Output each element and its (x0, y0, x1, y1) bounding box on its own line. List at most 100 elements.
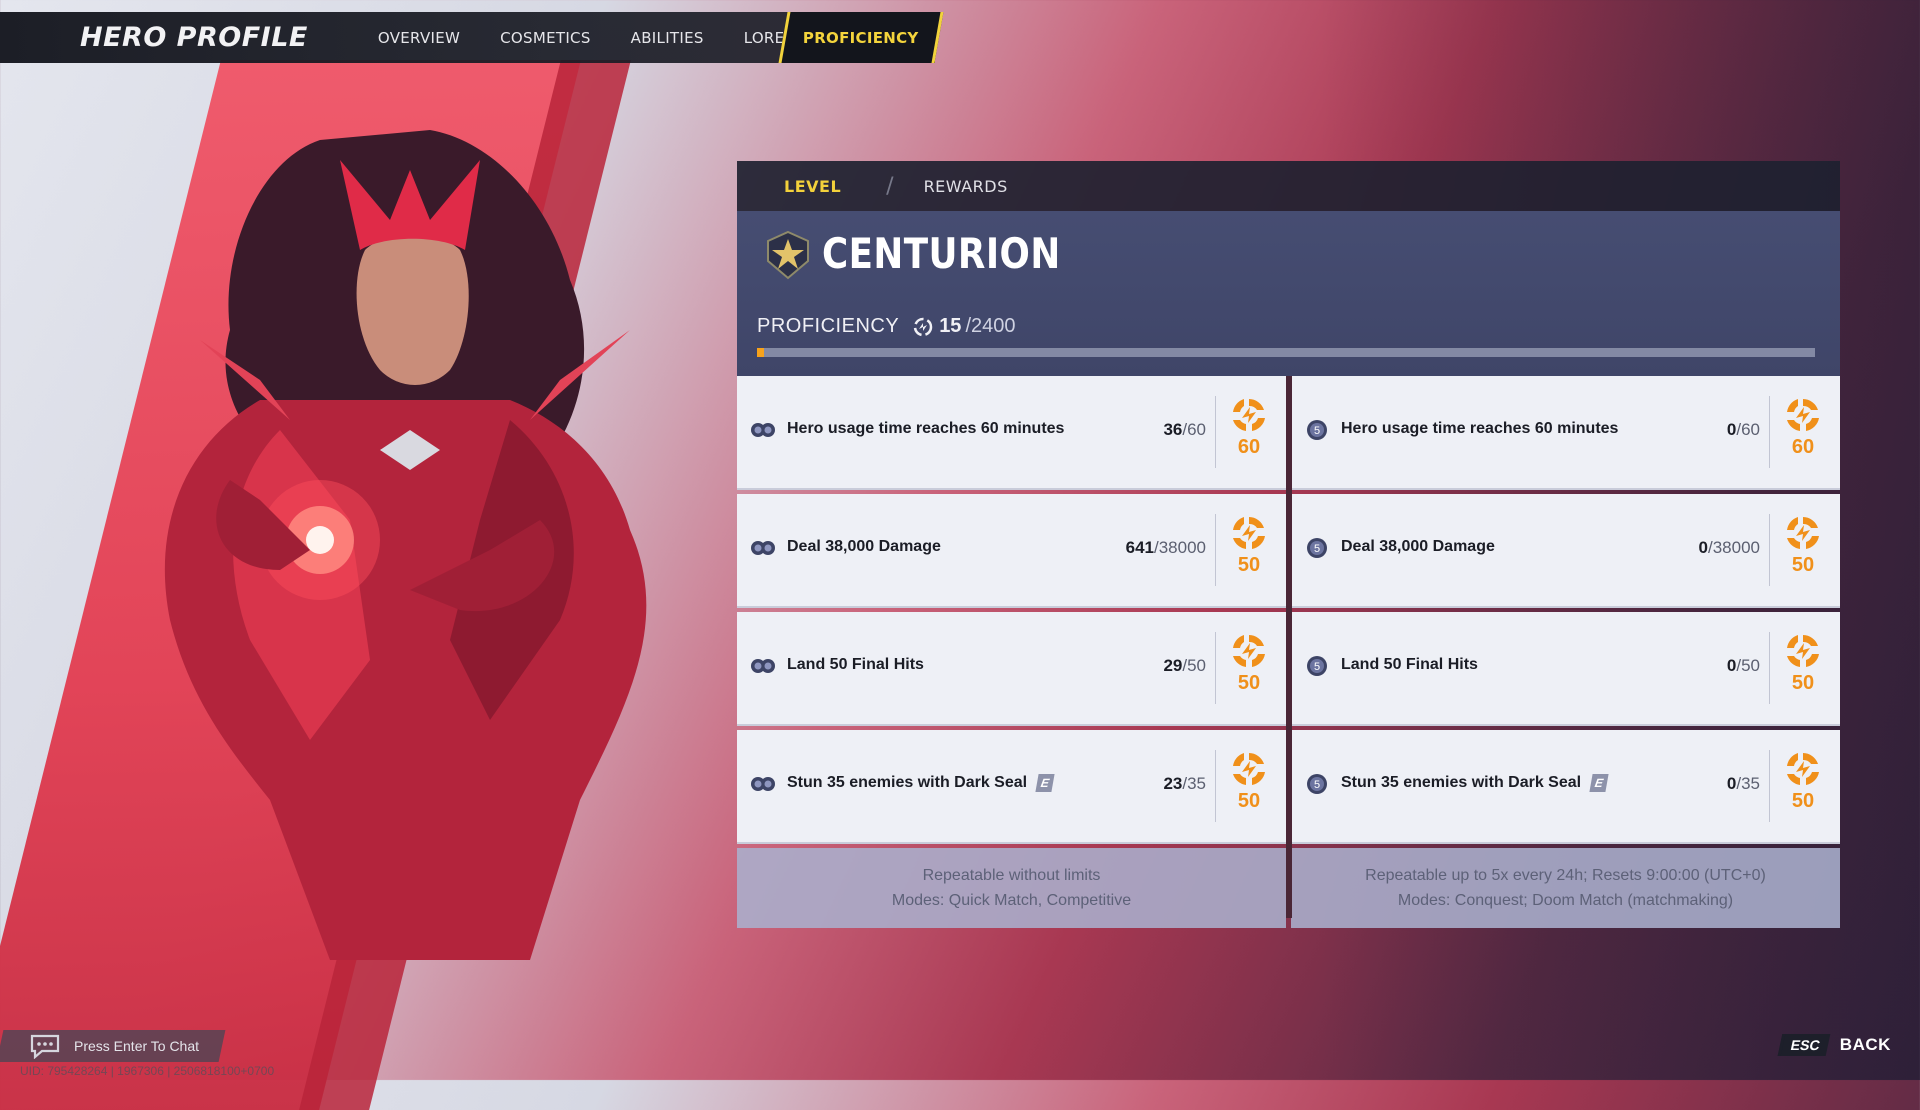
task-label: Hero usage time reaches 60 minutes (787, 420, 1065, 437)
task-progress-current: 29 (1163, 656, 1183, 675)
chat-prompt: Press Enter To Chat (74, 1038, 200, 1054)
repeat-5-icon: 5 (1307, 774, 1327, 794)
task-divider (1769, 514, 1770, 586)
task-progress: 0/38000 (1699, 538, 1760, 558)
subtab-rewards[interactable]: REWARDS (924, 177, 1008, 196)
task-progress-max: /38000 (1708, 538, 1760, 557)
task-row: Hero usage time reaches 60 minutes 36/60 6… (737, 376, 1286, 490)
task-divider (1769, 396, 1770, 468)
task-progress: 641/38000 (1126, 538, 1206, 558)
task-reward-value: 50 (1791, 554, 1815, 576)
task-progress: 23/35 (1163, 774, 1206, 794)
proficiency-reward-icon (1787, 517, 1819, 549)
task-row: Deal 38,000 Damage 641/38000 50 (737, 494, 1286, 608)
task-divider (1215, 514, 1216, 586)
infinity-icon (751, 659, 775, 673)
task-row: 5 Land 50 Final Hits 0/50 50 (1291, 612, 1840, 726)
chat-bubble-icon (30, 1034, 60, 1059)
task-progress-current: 0 (1726, 420, 1737, 439)
task-label: Stun 35 enemies with Dark Seal (1341, 774, 1582, 791)
ability-key-badge: E (1589, 774, 1609, 792)
tab-abilities[interactable]: ABILITIES (631, 29, 704, 47)
task-divider (1769, 750, 1770, 822)
task-column-unlimited: Hero usage time reaches 60 minutes 36/60 6… (737, 376, 1286, 928)
task-reward-value: 50 (1791, 790, 1815, 812)
svg-text:5: 5 (1314, 425, 1320, 437)
task-label: Land 50 Final Hits (1341, 656, 1478, 673)
repeat-5-icon: 5 (1307, 656, 1327, 676)
back-label: BACK (1839, 1035, 1891, 1054)
task-row: 5 Stun 35 enemies with Dark Seal E 0/35 50 (1291, 730, 1840, 844)
task-description: Deal 38,000 Damage (1341, 538, 1495, 556)
task-progress-max: /38000 (1154, 538, 1206, 557)
proficiency-reward-icon (1787, 753, 1819, 785)
task-reward-value: 60 (1791, 436, 1815, 458)
tab-proficiency[interactable]: PROFICIENCY (778, 12, 944, 63)
task-description: Land 50 Final Hits (787, 656, 924, 674)
task-label: Stun 35 enemies with Dark Seal (787, 774, 1028, 791)
ability-key-badge: E (1035, 774, 1055, 792)
chat-bar[interactable]: Press Enter To Chat (0, 1030, 226, 1062)
esc-key-badge: ESC (1777, 1034, 1831, 1056)
task-progress-current: 0 (1698, 538, 1708, 557)
task-reward-value: 50 (1791, 672, 1815, 694)
proficiency-panel: LEVEL / REWARDS CENTURION PROFICIENCY 15… (737, 161, 1840, 928)
rank-header: CENTURION PROFICIENCY 15 /2400 (737, 211, 1840, 376)
task-label: Hero usage time reaches 60 minutes (1341, 420, 1619, 437)
task-progress: 0/50 (1727, 656, 1760, 676)
proficiency-reward-icon (1787, 399, 1819, 431)
task-reward: 60 (1780, 396, 1826, 459)
tab-cosmetics[interactable]: COSMETICS (500, 29, 591, 47)
tab-lore[interactable]: LORE (744, 29, 785, 47)
footnote-repeat: Repeatable up to 5x every 24h; Resets 9:… (1365, 867, 1766, 884)
subtab-bar: LEVEL / REWARDS (737, 161, 1840, 211)
task-row: 5 Hero usage time reaches 60 minutes 0/60 6… (1291, 376, 1840, 490)
task-progress-current: 36 (1163, 420, 1183, 439)
task-reward-value: 50 (1237, 790, 1261, 812)
task-reward: 50 (1780, 632, 1826, 695)
task-description: Land 50 Final Hits (1341, 656, 1478, 674)
proficiency-reward-icon (1233, 753, 1265, 785)
subtab-level[interactable]: LEVEL (784, 177, 841, 196)
task-progress-max: /35 (1736, 774, 1760, 793)
task-divider (1215, 632, 1216, 704)
task-divider (1769, 632, 1770, 704)
subtab-separator: / (886, 173, 894, 199)
tab-overview[interactable]: OVERVIEW (378, 29, 460, 47)
proficiency-icon (913, 317, 933, 336)
proficiency-progress-track (757, 348, 1815, 357)
task-footnote: Repeatable without limits Modes: Quick Ma… (737, 848, 1286, 928)
uid-text: UID: 795428264 | 1967306 | 2506818100+07… (20, 1064, 275, 1078)
proficiency-progress-fill (757, 348, 764, 357)
task-progress: 29/50 (1163, 656, 1206, 676)
column-divider (1286, 376, 1292, 918)
task-progress-max: /60 (1182, 420, 1206, 439)
task-divider (1215, 750, 1216, 822)
tab-proficiency-label: PROFICIENCY (803, 28, 919, 47)
svg-text:5: 5 (1314, 779, 1320, 791)
task-progress-max: /60 (1736, 420, 1760, 439)
task-reward-value: 60 (1237, 436, 1261, 458)
task-progress-current: 641 (1125, 538, 1154, 557)
proficiency-label: PROFICIENCY (757, 315, 900, 337)
proficiency-reward-icon (1787, 635, 1819, 667)
task-row: 5 Deal 38,000 Damage 0/38000 50 (1291, 494, 1840, 608)
repeat-5-icon: 5 (1307, 420, 1327, 440)
task-reward-value: 50 (1237, 672, 1261, 694)
task-divider (1215, 396, 1216, 468)
task-progress-max: /50 (1182, 656, 1206, 675)
top-nav: HERO PROFILE OVERVIEW COSMETICS ABILITIE… (0, 12, 944, 63)
infinity-icon (751, 541, 775, 555)
task-reward: 50 (1226, 514, 1272, 577)
back-button[interactable]: ESC BACK (1777, 1034, 1891, 1056)
proficiency-row: PROFICIENCY 15 /2400 (757, 315, 1016, 338)
task-reward: 50 (1780, 750, 1826, 813)
task-description: Hero usage time reaches 60 minutes (1341, 420, 1618, 438)
task-footnote: Repeatable up to 5x every 24h; Resets 9:… (1291, 848, 1840, 928)
infinity-icon (751, 777, 775, 791)
task-progress-current: 0 (1726, 656, 1737, 675)
svg-text:5: 5 (1314, 543, 1320, 555)
task-progress-max: /50 (1736, 656, 1760, 675)
footnote-repeat: Repeatable without limits (922, 867, 1101, 884)
task-reward: 50 (1226, 632, 1272, 695)
